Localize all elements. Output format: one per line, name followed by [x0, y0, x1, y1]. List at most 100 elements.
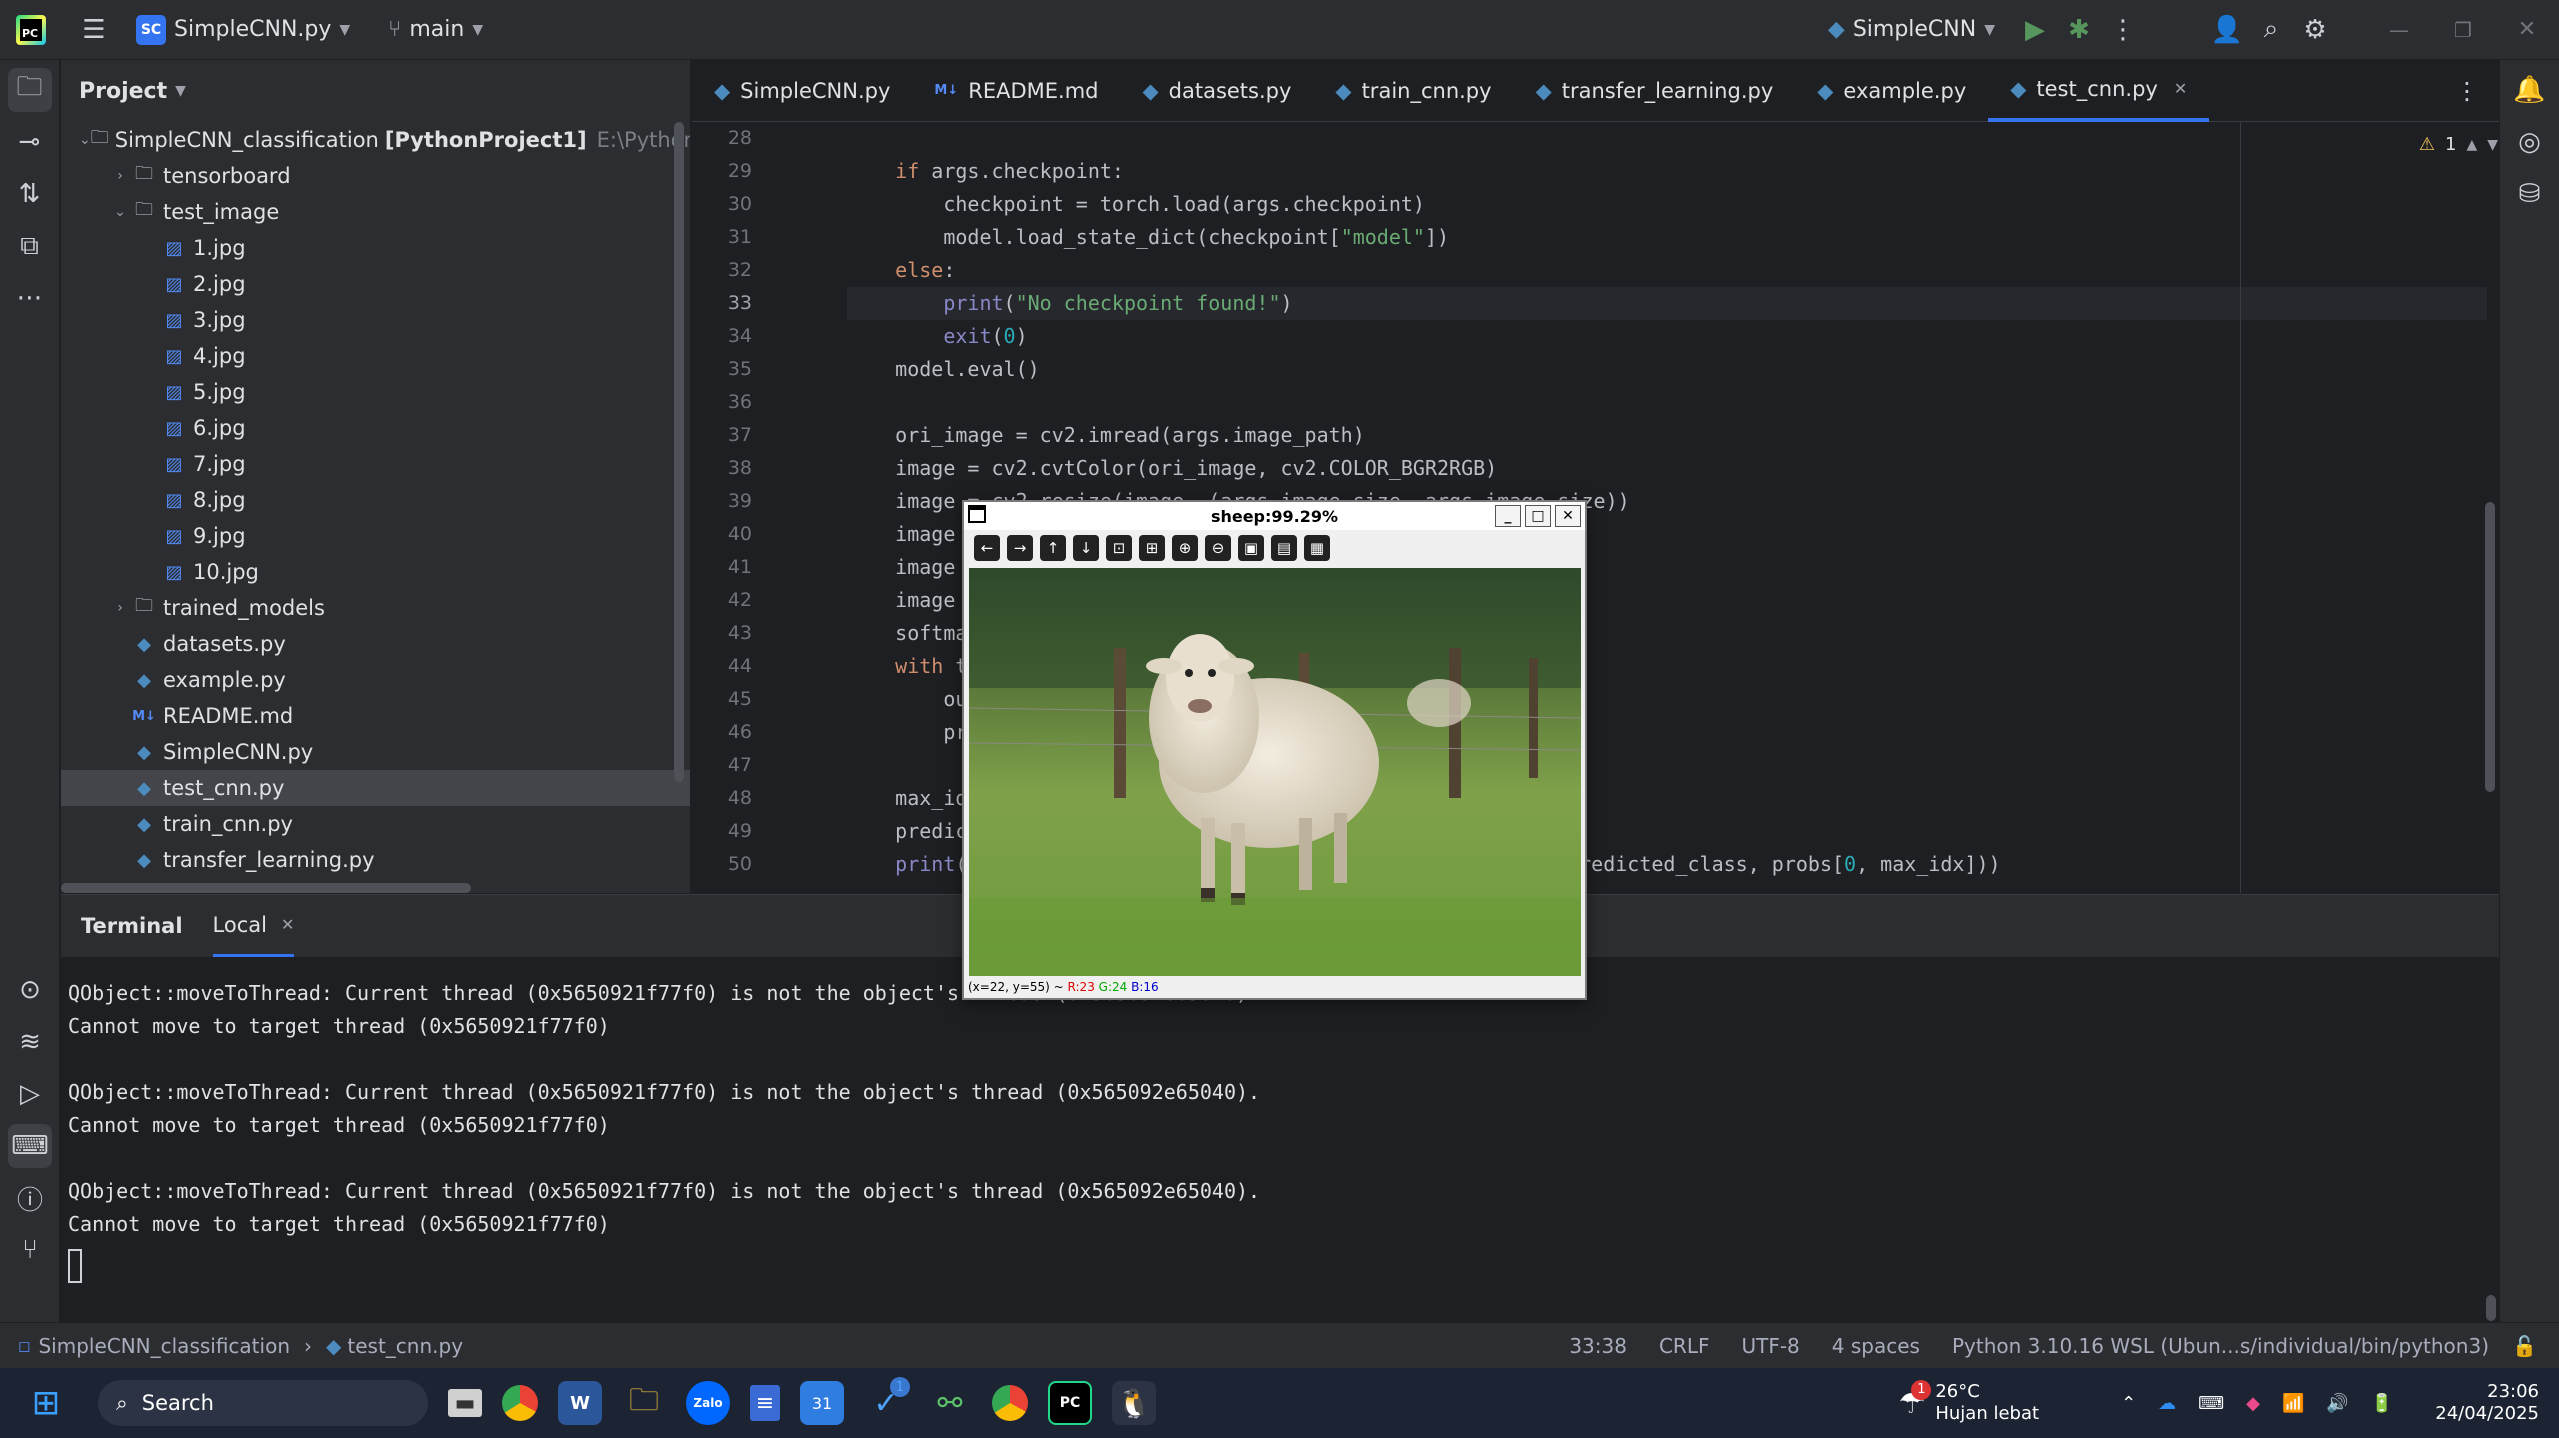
zoom-original-icon[interactable]: ⊞ — [1139, 535, 1165, 561]
tree-item[interactable]: ▨ 6.jpg — [61, 410, 690, 446]
sheep-image[interactable] — [969, 568, 1581, 976]
battery-icon[interactable]: 🔋 — [2371, 1393, 2393, 1414]
close-icon[interactable]: ✕ — [281, 915, 294, 934]
project-header[interactable]: Project ▼ — [61, 60, 690, 122]
run-config-selector[interactable]: ◆ SimpleCNN ▼ — [1828, 17, 1995, 42]
editor-scrollbar[interactable] — [2485, 502, 2495, 792]
layers-icon[interactable]: ≋ — [8, 1020, 52, 1064]
code-line[interactable]: if args.checkpoint: — [847, 155, 2487, 188]
copy-icon[interactable]: ▤ — [1271, 535, 1297, 561]
minimize-icon[interactable]: _ — [1495, 505, 1521, 527]
more-tools-icon[interactable]: ⋯ — [8, 276, 52, 320]
tree-item[interactable]: ▨ 9.jpg — [61, 518, 690, 554]
tree-item[interactable]: ◆ example.py — [61, 662, 690, 698]
tree-item[interactable]: ▨ 10.jpg — [61, 554, 690, 590]
code-line[interactable]: else: — [847, 254, 2487, 287]
onedrive-icon[interactable]: ☁ — [2158, 1393, 2176, 1414]
viewer-title-bar[interactable]: sheep:99.29% _ □ ✕ — [964, 502, 1585, 530]
code-line[interactable] — [847, 386, 2487, 419]
tab-local[interactable]: Local ✕ — [212, 895, 295, 957]
tree-item[interactable]: ⌄ 🗀 test_image — [61, 194, 690, 230]
terminal-title[interactable]: Terminal — [81, 895, 183, 957]
chevron-down-icon[interactable]: ⌄ — [109, 204, 131, 220]
run-icon[interactable]: ▶ — [2013, 8, 2057, 52]
code-line[interactable]: model.eval() — [847, 353, 2487, 386]
notepad-icon[interactable]: ≡ — [750, 1385, 780, 1421]
folder-icon[interactable]: 🗀 — [7, 68, 52, 112]
save-icon[interactable]: ▣ — [1238, 535, 1264, 561]
task-view-icon[interactable]: ▬ — [448, 1389, 482, 1417]
tree-item[interactable]: ▨ 8.jpg — [61, 482, 690, 518]
chrome-profile-icon[interactable] — [992, 1385, 1028, 1421]
maximize-icon[interactable]: ❐ — [2441, 8, 2485, 52]
editor-tab[interactable]: ◆ train_cnn.py — [1313, 60, 1513, 122]
search-icon[interactable]: ⌕ — [2249, 8, 2293, 52]
word-icon[interactable]: W — [558, 1381, 602, 1425]
zoom-out-icon[interactable]: ⊖ — [1205, 535, 1231, 561]
maximize-icon[interactable]: □ — [1525, 505, 1551, 527]
arrow-up-icon[interactable]: ↑ — [1040, 535, 1066, 561]
code-line[interactable] — [847, 122, 2487, 155]
calendar-icon[interactable]: 31 — [800, 1381, 844, 1425]
code-line[interactable]: checkpoint = torch.load(args.checkpoint) — [847, 188, 2487, 221]
close-icon[interactable]: ✕ — [1555, 505, 1581, 527]
properties-icon[interactable]: ▦ — [1304, 535, 1330, 561]
windows-start-icon[interactable]: ⊞ — [24, 1381, 68, 1425]
image-viewer-window[interactable]: sheep:99.29% _ □ ✕ ← → ↑ ↓ ⊡ ⊞ ⊕ ⊖ ▣ ▤ ▦ — [962, 500, 1587, 1000]
tree-horizontal-scrollbar[interactable] — [61, 883, 471, 893]
tree-item[interactable]: M↓ README.md — [61, 698, 690, 734]
arrow-left-icon[interactable]: ← — [974, 535, 1000, 561]
git-icon[interactable]: ⑂ — [8, 1228, 52, 1272]
close-icon[interactable]: ✕ — [2505, 8, 2549, 52]
weather-widget[interactable]: ☂ 1 26°C Hujan lebat — [1898, 1379, 2039, 1425]
line-separator[interactable]: CRLF — [1659, 1334, 1710, 1358]
cursor-app-icon[interactable]: ⚯ — [928, 1381, 972, 1425]
code-line[interactable]: model.load_state_dict(checkpoint["model"… — [847, 221, 2487, 254]
code-line[interactable]: image = cv2.cvtColor(ori_image, cv2.COLO… — [847, 452, 2487, 485]
terminal-icon[interactable]: ⌨ — [8, 1124, 52, 1168]
structure-icon[interactable]: ⧉ — [8, 224, 52, 268]
breadcrumb-project[interactable]: SimpleCNN_classification — [38, 1334, 290, 1358]
notifications-icon[interactable]: 🔔 — [2508, 68, 2552, 112]
tree-item[interactable]: ▨ 3.jpg — [61, 302, 690, 338]
editor-tab[interactable]: ◆ test_cnn.py ✕ — [1988, 60, 2210, 122]
editor-tab[interactable]: M↓ README.md — [912, 60, 1120, 122]
taskbar-search[interactable]: ⌕ Search — [98, 1380, 428, 1426]
arrow-right-icon[interactable]: → — [1007, 535, 1033, 561]
chevron-down-icon[interactable]: ▼ — [2487, 137, 2498, 153]
tree-item[interactable]: ▨ 1.jpg — [61, 230, 690, 266]
project-selector[interactable]: SC SimpleCNN.py ▼ — [136, 14, 350, 45]
editor-tab[interactable]: ◆ transfer_learning.py — [1514, 60, 1796, 122]
chevron-down-icon[interactable]: ⌄ — [79, 132, 91, 148]
chrome-icon[interactable] — [502, 1385, 538, 1421]
problems-icon[interactable]: ⓘ — [8, 1176, 52, 1220]
tree-item[interactable]: ⌄ 🗀 SimpleCNN_classification [PythonProject… — [61, 122, 690, 158]
tree-item[interactable]: ◆ SimpleCNN.py — [61, 734, 690, 770]
hamburger-menu-icon[interactable]: ☰ — [72, 8, 116, 52]
ai-assistant-icon[interactable]: ◎ — [2508, 120, 2552, 164]
zalo-icon[interactable]: Zalo — [686, 1381, 730, 1425]
services-icon[interactable]: ▷ — [8, 1072, 52, 1116]
more-icon[interactable]: ⋮ — [2101, 8, 2145, 52]
tree-item[interactable]: ▨ 7.jpg — [61, 446, 690, 482]
tree-scrollbar[interactable] — [674, 122, 684, 782]
tab-more-icon[interactable]: ⋮ — [2455, 60, 2479, 122]
chevron-up-icon[interactable]: ▲ — [2466, 137, 2477, 153]
chevron-up-icon[interactable]: ⌃ — [2121, 1393, 2136, 1414]
tree-item[interactable]: › 🗀 tensorboard — [61, 158, 690, 194]
editor-tab[interactable]: ◆ SimpleCNN.py — [692, 60, 912, 122]
zoom-in-icon[interactable]: ⊕ — [1172, 535, 1198, 561]
debug-icon[interactable]: ✱ — [2057, 8, 2101, 52]
tree-item[interactable]: ▨ 4.jpg — [61, 338, 690, 374]
close-icon[interactable]: ✕ — [2174, 79, 2187, 98]
wifi-icon[interactable]: 📶 — [2282, 1393, 2304, 1414]
branch-selector[interactable]: ⑂ main ▼ — [388, 17, 483, 42]
python-console-icon[interactable]: ⊙ — [8, 968, 52, 1012]
caret-position[interactable]: 33:38 — [1569, 1334, 1627, 1358]
zoom-fit-icon[interactable]: ⊡ — [1106, 535, 1132, 561]
pycharm-taskbar-icon[interactable]: PC — [1048, 1381, 1092, 1425]
tree-item[interactable]: ▨ 5.jpg — [61, 374, 690, 410]
edge-legacy-icon[interactable]: ✓ 1 — [864, 1377, 910, 1425]
inspection-widget[interactable]: ⚠ 1 ▲ ▼ — [2419, 134, 2498, 155]
chevron-right-icon[interactable]: › — [109, 600, 131, 616]
